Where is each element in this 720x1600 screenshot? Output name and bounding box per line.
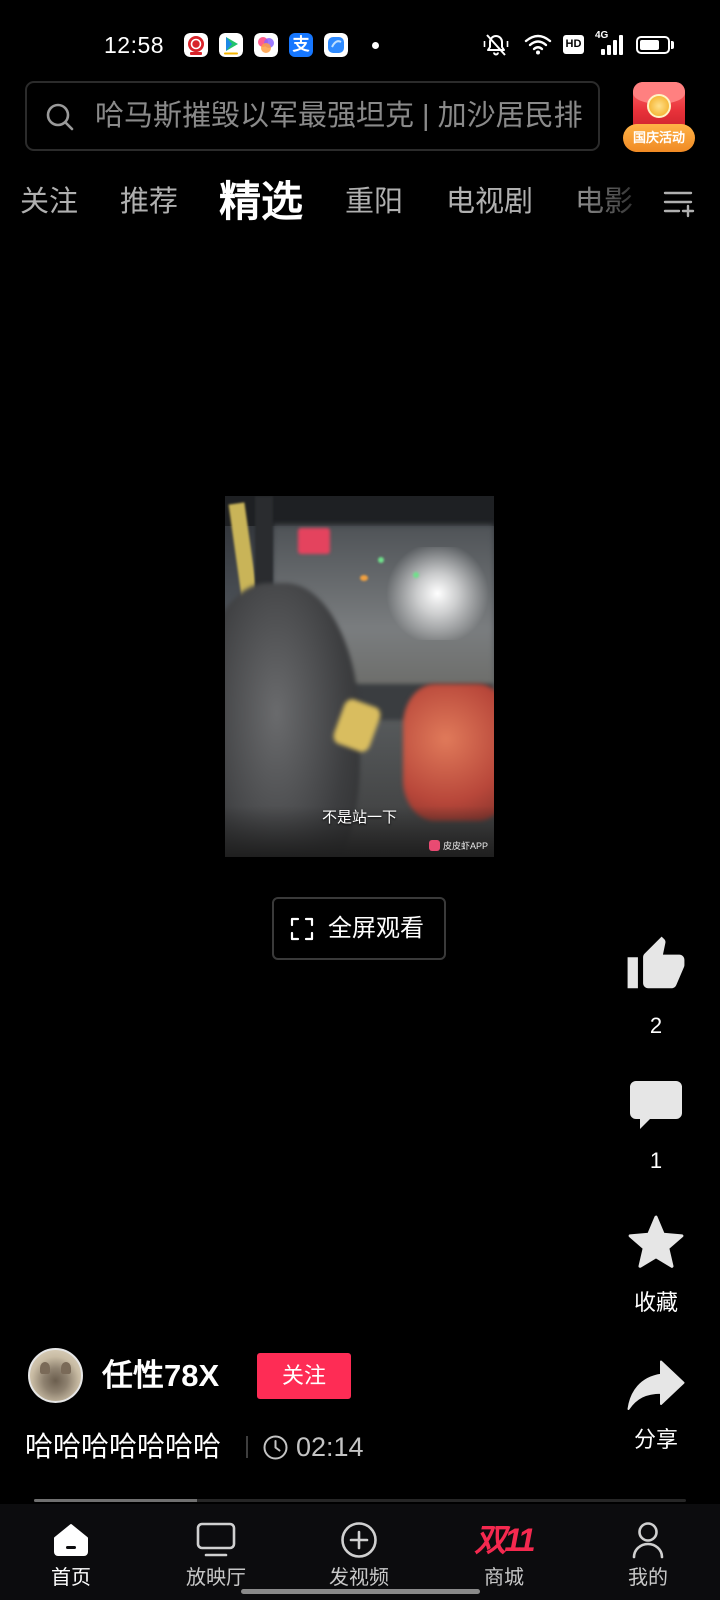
promo-label: 国庆活动 xyxy=(623,124,695,152)
author-name[interactable]: 任性78X xyxy=(102,1356,219,1396)
nav-cinema-label: 放映厅 xyxy=(186,1567,246,1589)
alipay-icon: 支 xyxy=(289,33,313,57)
search-input[interactable] xyxy=(95,93,595,139)
nav-mall[interactable]: 双11 商城 xyxy=(444,1504,564,1600)
search-icon[interactable] xyxy=(44,101,76,133)
nav-home-label: 首页 xyxy=(51,1567,91,1589)
battery-level-fill xyxy=(640,40,659,50)
progress-fill xyxy=(34,1499,197,1502)
status-time: 12:58 xyxy=(104,32,165,58)
tab-tv-series[interactable]: 电视剧 xyxy=(446,185,533,219)
tab-recommend[interactable]: 推荐 xyxy=(120,185,178,219)
red-app-icon xyxy=(184,33,208,57)
fullscreen-label: 全屏观看 xyxy=(328,915,424,942)
blue-app-icon xyxy=(324,33,348,57)
wifi-icon xyxy=(524,33,552,55)
avatar-detail xyxy=(61,1362,71,1374)
comment-icon[interactable] xyxy=(628,1079,684,1131)
clock-icon xyxy=(262,1434,289,1461)
avatar-detail xyxy=(40,1362,50,1374)
plus-circle-icon xyxy=(339,1520,379,1560)
promo-button[interactable]: 国庆活动 xyxy=(622,80,696,156)
favorite-label: 收藏 xyxy=(633,1290,678,1315)
watermark-logo-icon xyxy=(428,840,440,851)
play-app-icon xyxy=(219,33,243,57)
home-icon xyxy=(51,1520,91,1560)
tabs-fade-overlay xyxy=(560,172,656,232)
double-eleven-logo: 双11 xyxy=(464,1520,544,1560)
playback-progress-bar[interactable] xyxy=(34,1499,686,1502)
video-scene-bag xyxy=(402,683,494,821)
status-bar: 12:58 支 HD 4G xyxy=(0,0,720,76)
description-divider xyxy=(246,1436,248,1458)
hd-icon: HD xyxy=(563,35,584,54)
nav-home[interactable]: 首页 xyxy=(11,1504,131,1600)
video-subtitle: 不是站一下 xyxy=(321,809,397,826)
tab-menu-add-icon[interactable] xyxy=(663,188,695,218)
video-scene-red-sign xyxy=(297,528,330,554)
tab-double-ninth[interactable]: 重阳 xyxy=(345,185,403,219)
tab-featured[interactable]: 精选 xyxy=(219,177,303,227)
thumbs-up-icon[interactable] xyxy=(625,934,687,996)
search-bar[interactable] xyxy=(25,81,600,151)
video-scene-glow xyxy=(381,546,494,641)
double-eleven-logo-text: 双11 xyxy=(474,1522,535,1558)
star-icon[interactable] xyxy=(625,1212,687,1274)
video-description[interactable]: 哈哈哈哈哈哈哈 xyxy=(25,1430,221,1464)
gold-coin-icon xyxy=(647,94,671,118)
battery-icon xyxy=(636,36,670,54)
like-count: 2 xyxy=(649,1013,663,1038)
signal-icon xyxy=(600,34,624,56)
follow-button[interactable]: 关注 xyxy=(257,1353,351,1399)
fullscreen-icon xyxy=(290,917,314,941)
watermark-text: 皮皮虾APP xyxy=(442,841,488,851)
nav-post-video-label: 发视频 xyxy=(329,1567,389,1589)
nav-post-video[interactable]: 发视频 xyxy=(299,1504,419,1600)
person-icon xyxy=(628,1520,668,1560)
photos-app-icon xyxy=(254,33,278,57)
nav-mall-label: 商城 xyxy=(484,1567,524,1589)
share-label: 分享 xyxy=(633,1427,678,1452)
more-notifications-dot xyxy=(372,42,379,49)
video-watermark: 皮皮虾APP xyxy=(428,839,488,852)
home-indicator[interactable] xyxy=(241,1589,480,1594)
comment-count: 1 xyxy=(649,1148,663,1173)
video-duration: 02:14 xyxy=(296,1432,364,1462)
tab-follow[interactable]: 关注 xyxy=(20,185,78,219)
nav-me[interactable]: 我的 xyxy=(588,1504,708,1600)
tv-icon xyxy=(196,1520,236,1560)
share-icon[interactable] xyxy=(626,1356,686,1412)
avatar[interactable] xyxy=(28,1348,83,1403)
nav-me-label: 我的 xyxy=(628,1567,668,1589)
nav-cinema[interactable]: 放映厅 xyxy=(156,1504,276,1600)
mute-icon xyxy=(483,32,509,58)
battery-nub xyxy=(671,41,674,49)
fullscreen-button[interactable]: 全屏观看 xyxy=(272,897,446,960)
video-player[interactable]: 不是站一下 皮皮虾APP xyxy=(225,496,494,857)
bottom-nav: 首页 放映厅 发视频 双11 商城 我的 xyxy=(0,1504,720,1600)
